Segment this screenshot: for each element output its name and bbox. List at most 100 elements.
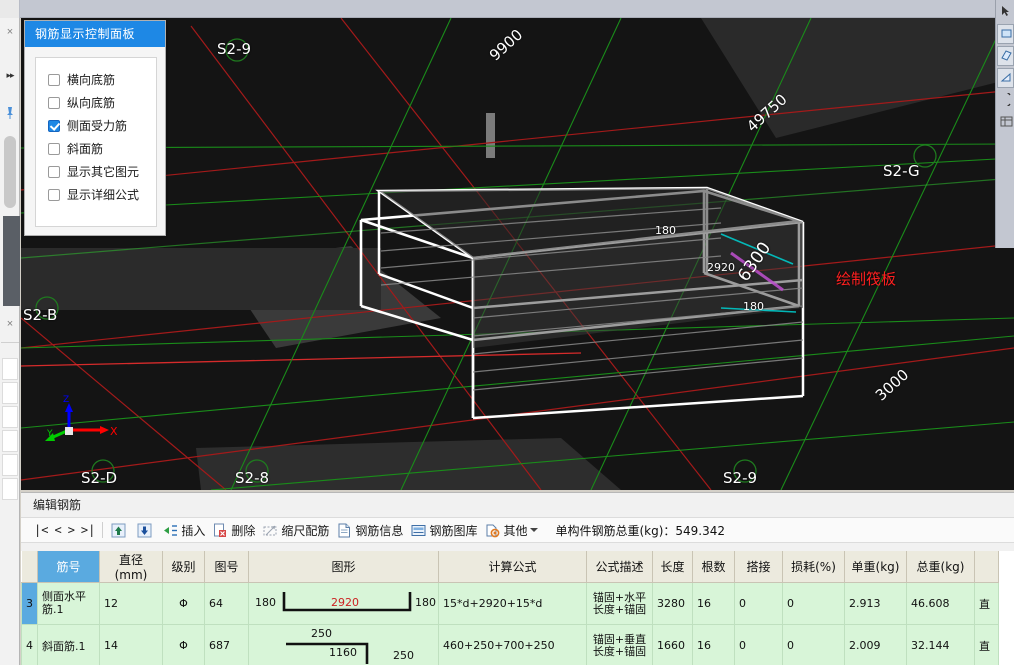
cell-total-weight-1[interactable]: 46.608	[906, 582, 975, 625]
delete-button[interactable]: 删除	[209, 518, 259, 542]
rebar-table-wrapper[interactable]: 筋号 直径(mm) 级别 图号 图形 计算公式 公式描述 长度 根数 搭接 损耗…	[21, 551, 1014, 665]
cell-count-1[interactable]: 16	[692, 582, 735, 625]
cell-diameter-2[interactable]: 14	[99, 624, 163, 665]
checkbox-label-detailed-formula: 显示详细公式	[67, 188, 140, 202]
cell-shape-2[interactable]: 250 1160 250	[248, 624, 439, 665]
checkbox-row-detailed-formula[interactable]: 显示详细公式	[48, 183, 156, 206]
column-header-formula[interactable]: 计算公式	[438, 551, 587, 583]
nav-last-button[interactable]: >|	[78, 518, 98, 542]
column-header-grade[interactable]: 级别	[162, 551, 205, 583]
checkbox-longitudinal-bottom[interactable]	[48, 96, 60, 109]
column-header-rebar-no[interactable]: 筋号	[37, 551, 100, 583]
rail-cell-1[interactable]	[2, 358, 18, 380]
cell-grade-2[interactable]: Φ	[162, 624, 205, 665]
checkbox-row-side-main[interactable]: 侧面受力筋	[48, 114, 156, 137]
checkbox-transverse-bottom[interactable]	[48, 73, 60, 86]
cell-shape-1[interactable]: 180 2920 180	[248, 582, 439, 625]
scrollbar-thumb[interactable]	[4, 136, 16, 208]
cell-diameter-1[interactable]: 12	[99, 582, 163, 625]
close-icon[interactable]: ×	[4, 26, 16, 38]
cursor-tool-icon[interactable]	[997, 2, 1014, 22]
checkbox-other-elements[interactable]	[48, 165, 60, 178]
rebar-info-button[interactable]: 钢筋信息	[333, 518, 407, 542]
rail-cell-6[interactable]	[2, 478, 18, 500]
insert-label: 插入	[181, 523, 206, 538]
rail-cell-3[interactable]	[2, 406, 18, 428]
cell-unit-weight-2[interactable]: 2.009	[844, 624, 907, 665]
delete-icon	[214, 523, 227, 537]
column-header-count[interactable]: 根数	[692, 551, 735, 583]
table-row[interactable]: 3 侧面水平筋.1 12 Φ 64 180 2920 180 15*d+2920…	[21, 582, 999, 625]
cell-rebar-no-2[interactable]: 斜面筋.1	[37, 624, 100, 665]
column-header-diameter[interactable]: 直径(mm)	[99, 551, 163, 583]
cell-drawing-no-1[interactable]: 64	[204, 582, 249, 625]
close-icon-2[interactable]: ×	[4, 318, 16, 330]
slope-tool-icon[interactable]	[997, 68, 1014, 88]
column-header-lap[interactable]: 搭接	[734, 551, 783, 583]
shape-drawing-1	[282, 592, 412, 612]
checkbox-row-longitudinal-bottom[interactable]: 纵向底筋	[48, 91, 156, 114]
nav-prev-button[interactable]: <	[51, 518, 64, 542]
move-up-button[interactable]	[107, 518, 133, 542]
expand-icon[interactable]: ▸▸	[3, 68, 17, 82]
right-vertical-toolbar	[994, 0, 1014, 248]
checkbox-slope[interactable]	[48, 142, 60, 155]
other-button[interactable]: 其他	[481, 518, 547, 542]
cell-formula-desc-2[interactable]: 锚固+垂直 长度+锚固	[586, 624, 653, 665]
table-row[interactable]: 4 斜面筋.1 14 Φ 687 250 1160 250 460+250+70…	[21, 624, 999, 665]
cell-trailing-1[interactable]: 直	[974, 582, 999, 625]
column-header-formula-desc[interactable]: 公式描述	[586, 551, 653, 583]
move-down-button[interactable]	[133, 518, 159, 542]
rail-cell-2[interactable]	[2, 382, 18, 404]
checkbox-row-other-elements[interactable]: 显示其它图元	[48, 160, 156, 183]
nav-next-button[interactable]: >	[65, 518, 78, 542]
panel-title: 钢筋显示控制面板	[25, 21, 165, 47]
rail-cell-4[interactable]	[2, 430, 18, 452]
rebar-library-label: 钢筋图库	[429, 523, 478, 538]
svg-text:Z: Z	[63, 395, 69, 405]
rectangle-tool-icon[interactable]	[997, 24, 1014, 44]
cell-loss-2[interactable]: 0	[782, 624, 845, 665]
cell-loss-1[interactable]: 0	[782, 582, 845, 625]
pin-icon[interactable]	[4, 106, 16, 120]
table-tool-icon[interactable]	[997, 112, 1014, 132]
cell-formula-2[interactable]: 460+250+700+250	[438, 624, 587, 665]
checkbox-row-slope[interactable]: 斜面筋	[48, 137, 156, 160]
checkbox-detailed-formula[interactable]	[48, 188, 60, 201]
arc-tool-icon[interactable]	[994, 90, 1014, 110]
row-index-1[interactable]: 3	[21, 582, 38, 625]
scale-rebar-button[interactable]: 缩尺配筋	[259, 518, 333, 542]
column-header-loss[interactable]: 损耗(%)	[782, 551, 845, 583]
rail-cell-5[interactable]	[2, 454, 18, 476]
cell-rebar-no-1[interactable]: 侧面水平筋.1	[37, 582, 100, 625]
cell-formula-desc-1[interactable]: 锚固+水平 长度+锚固	[586, 582, 653, 625]
column-header-trailing[interactable]	[974, 551, 999, 583]
column-header-length[interactable]: 长度	[652, 551, 693, 583]
cell-lap-1[interactable]: 0	[734, 582, 783, 625]
cell-formula-1[interactable]: 15*d+2920+15*d	[438, 582, 587, 625]
chevron-down-icon[interactable]	[530, 528, 539, 532]
cell-grade-1[interactable]: Φ	[162, 582, 205, 625]
checkbox-row-transverse-bottom[interactable]: 横向底筋	[48, 68, 156, 91]
plane-tool-icon[interactable]	[997, 46, 1014, 66]
cell-unit-weight-1[interactable]: 2.913	[844, 582, 907, 625]
column-header-total-weight[interactable]: 总重(kg)	[906, 551, 975, 583]
cell-lap-2[interactable]: 0	[734, 624, 783, 665]
insert-button[interactable]: 插入	[159, 518, 209, 542]
checkbox-label-slope: 斜面筋	[67, 142, 104, 156]
column-header-drawing-no[interactable]: 图号	[204, 551, 249, 583]
column-header-unit-weight[interactable]: 单重(kg)	[844, 551, 907, 583]
cell-total-weight-2[interactable]: 32.144	[906, 624, 975, 665]
cell-count-2[interactable]: 16	[692, 624, 735, 665]
checkbox-side-main[interactable]	[48, 119, 60, 132]
nav-first-button[interactable]: |<	[31, 518, 51, 542]
dimension-180-lower: 180	[743, 300, 764, 313]
column-header-shape[interactable]: 图形	[248, 551, 439, 583]
cell-length-2[interactable]: 1660	[652, 624, 693, 665]
cell-length-1[interactable]: 3280	[652, 582, 693, 625]
viewport-3d[interactable]: Z Y X S2-9 S2-G S2-B S2-D S2-8 S2-9 9900…	[21, 18, 1014, 490]
cell-trailing-2[interactable]: 直	[974, 624, 999, 665]
rebar-library-button[interactable]: 钢筋图库	[407, 518, 481, 542]
cell-drawing-no-2[interactable]: 687	[204, 624, 249, 665]
row-index-2[interactable]: 4	[21, 624, 38, 665]
